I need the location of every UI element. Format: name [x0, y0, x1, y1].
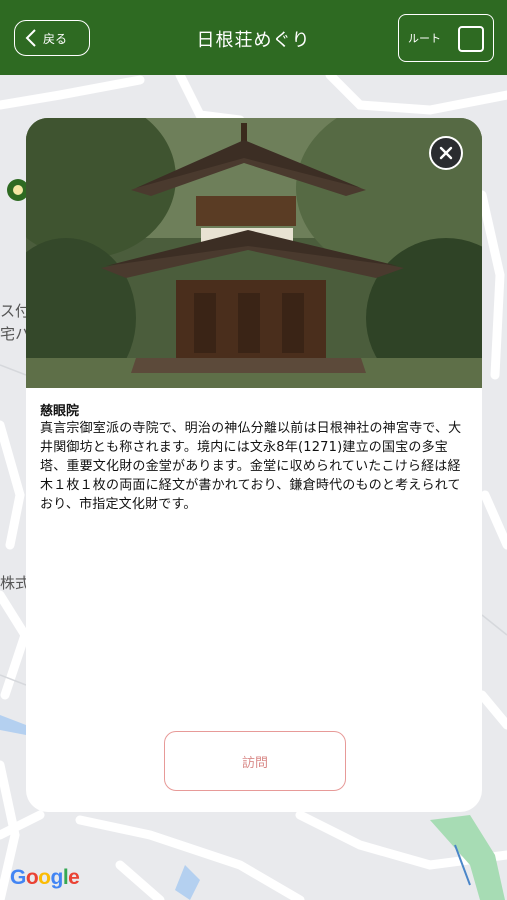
place-detail-card: 慈眼院 真言宗御室派の寺院で、明治の神仏分離以前は日根神社の神宮寺で、大井関御坊… — [26, 118, 482, 812]
route-label: ルート — [408, 32, 441, 45]
place-description: 真言宗御室派の寺院で、明治の神仏分離以前は日根神社の神宮寺で、大井関御坊とも称さ… — [40, 421, 462, 512]
route-toggle-button[interactable]: ルート — [398, 14, 494, 62]
place-photo — [26, 118, 482, 388]
app-header: 戻る 日根荘めぐり ルート — [0, 0, 507, 75]
route-checkbox-icon[interactable] — [458, 26, 484, 52]
visit-button[interactable]: 訪問 — [164, 731, 346, 791]
google-logo: Google — [10, 866, 80, 889]
place-name: 慈眼院 — [40, 404, 80, 419]
close-button[interactable] — [429, 136, 463, 170]
close-icon — [439, 146, 453, 160]
